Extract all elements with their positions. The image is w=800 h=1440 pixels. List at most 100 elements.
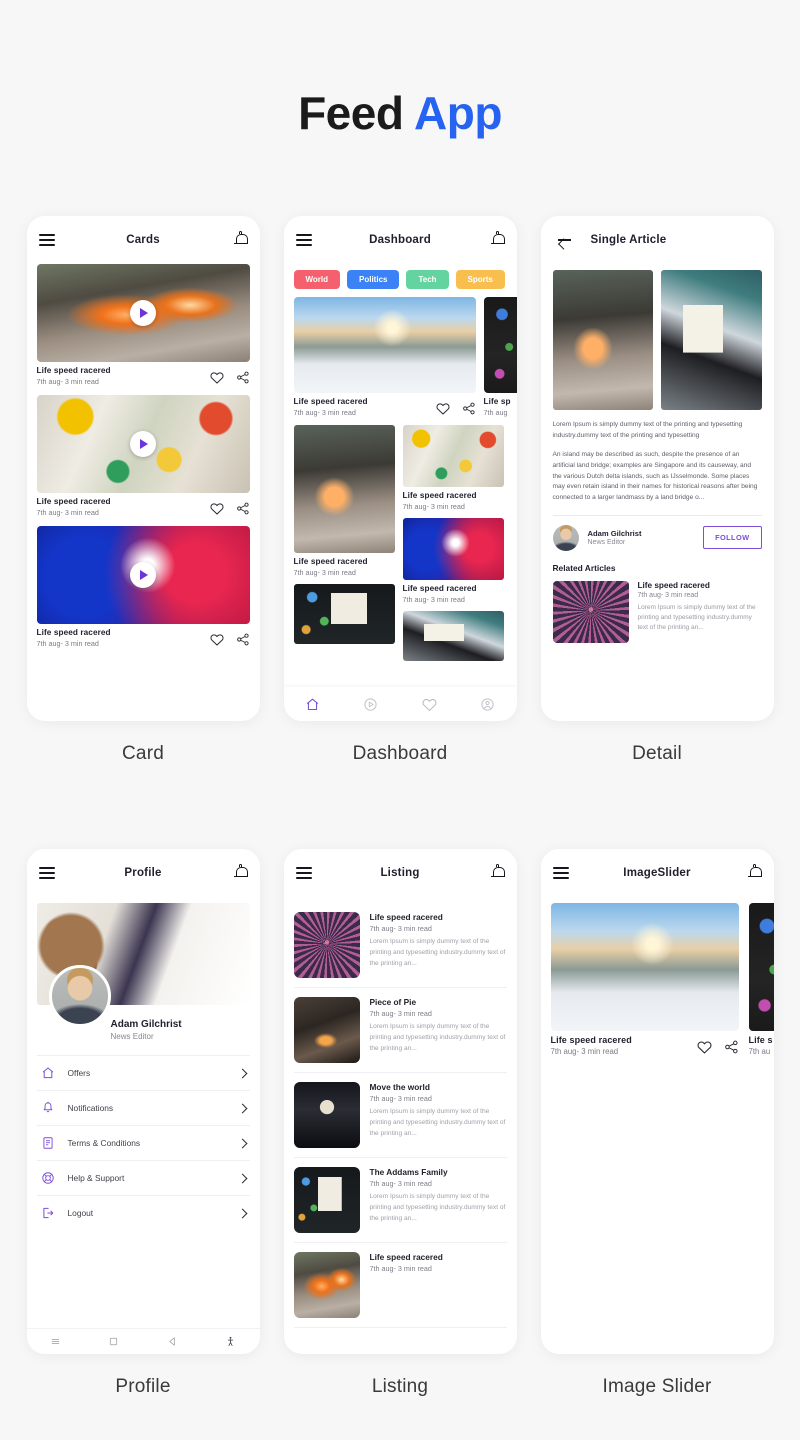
card-thumbnail[interactable] <box>36 526 250 624</box>
hamburger-icon[interactable] <box>38 234 55 246</box>
category-chip-world[interactable]: World <box>293 270 341 289</box>
play-icon[interactable] <box>130 431 156 457</box>
card-actions <box>209 497 250 515</box>
heart-icon[interactable] <box>209 371 224 384</box>
grid-thumbnail[interactable] <box>402 425 504 487</box>
person-circle-icon[interactable] <box>480 697 495 712</box>
slide-current[interactable]: Life speed racered 7th aug- 3 min read <box>550 903 739 1056</box>
bottom-navigation-bar <box>283 687 517 721</box>
heart-icon[interactable] <box>209 502 224 515</box>
hamburger-icon[interactable] <box>552 867 569 879</box>
share-icon[interactable] <box>236 502 250 515</box>
category-chip-tech[interactable]: Tech <box>406 270 449 289</box>
bell-icon[interactable] <box>233 863 248 881</box>
system-navigation-bar <box>26 1328 260 1354</box>
category-chip-politics[interactable]: Politics <box>347 270 400 289</box>
list-item[interactable]: Life speed racered 7th aug- 3 min read <box>293 1243 507 1328</box>
grid-item[interactable] <box>402 611 504 661</box>
divider <box>552 514 762 516</box>
hamburger-icon[interactable] <box>38 867 55 879</box>
card-thumbnail[interactable] <box>36 395 250 493</box>
list-item[interactable]: Life speed racered 7th aug- 3 min read L… <box>293 903 507 988</box>
related-thumbnail[interactable] <box>552 580 629 643</box>
list-description: Lorem Ipsum is simply dummy text of the … <box>369 1023 506 1052</box>
heart-icon[interactable] <box>435 402 450 415</box>
hamburger-icon[interactable] <box>295 867 312 879</box>
listing-screen-body: Life speed racered 7th aug- 3 min read L… <box>284 897 517 1354</box>
grid-item[interactable]: Life speed racered 7th aug- 3 min read <box>293 425 395 577</box>
back-triangle-icon[interactable] <box>167 1336 178 1347</box>
avatar[interactable] <box>48 965 111 1027</box>
author-role: News Editor <box>587 539 626 547</box>
grid-thumbnail[interactable] <box>293 425 395 553</box>
related-articles-heading: Related Articles <box>552 562 616 573</box>
home-icon[interactable] <box>305 697 320 712</box>
menu-item-offers[interactable]: Offers <box>36 1055 250 1090</box>
grid-thumbnail[interactable] <box>402 518 504 580</box>
bell-icon[interactable] <box>233 230 248 248</box>
list-item[interactable]: Piece of Pie 7th aug- 3 min read Lorem I… <box>293 988 507 1073</box>
play-icon[interactable] <box>130 562 156 588</box>
menu-item-terms[interactable]: Terms & Conditions <box>36 1125 250 1160</box>
card-thumbnail[interactable] <box>36 264 250 362</box>
play-circle-icon[interactable] <box>363 697 378 712</box>
hero-card[interactable]: Life speed racered 7th aug- 3 min read <box>293 297 476 417</box>
related-description: Lorem Ipsum is simply dummy text of the … <box>637 603 756 632</box>
share-icon[interactable] <box>236 633 250 646</box>
hero-thumbnail[interactable] <box>293 297 476 393</box>
bell-icon[interactable] <box>747 863 762 881</box>
grid-thumbnail[interactable] <box>293 584 395 644</box>
play-icon[interactable] <box>130 300 156 326</box>
back-arrow-icon[interactable] <box>557 232 573 248</box>
bell-icon[interactable] <box>490 230 505 248</box>
menu-label: Help & Support <box>67 1173 125 1183</box>
share-icon[interactable] <box>724 1040 739 1054</box>
grid-item[interactable] <box>293 584 395 644</box>
menu-item-logout[interactable]: Logout <box>36 1195 250 1230</box>
list-item[interactable]: Move the world 7th aug- 3 min read Lorem… <box>293 1073 507 1158</box>
list-thumbnail[interactable] <box>293 1082 360 1148</box>
heart-icon[interactable] <box>422 697 437 712</box>
image-slider-carousel[interactable]: Life speed racered 7th aug- 3 min read L… <box>541 897 774 1056</box>
grid-item[interactable]: Life speed racered 7th aug- 3 min read <box>402 425 504 511</box>
bell-icon[interactable] <box>490 863 505 881</box>
hamburger-icon[interactable] <box>295 234 312 246</box>
list-thumbnail[interactable] <box>293 1167 360 1233</box>
share-icon[interactable] <box>236 371 250 384</box>
square-icon[interactable] <box>108 1336 119 1347</box>
slide-image[interactable] <box>550 903 739 1031</box>
related-article-item[interactable]: Life speed racered 7th aug- 3 min read L… <box>552 580 762 643</box>
appbar-title-listing: Listing <box>380 867 420 879</box>
list-thumbnail[interactable] <box>293 997 360 1063</box>
menu-icon[interactable] <box>50 1336 61 1347</box>
share-icon[interactable] <box>462 402 476 415</box>
grid-thumbnail[interactable] <box>402 611 504 661</box>
author-row: Adam Gilchrist News Editor FOLLOW <box>552 524 762 551</box>
hero-card-next[interactable]: Life sp 7th aug <box>483 297 517 417</box>
detail-screen-body: Lorem Ipsum is simply dummy text of the … <box>541 264 774 721</box>
grid-item[interactable]: Life speed racered 7th aug- 3 min read <box>402 518 504 604</box>
home-icon <box>41 1066 55 1080</box>
slide-next[interactable]: Life s 7th au <box>748 903 774 1056</box>
related-title: Life speed racered <box>637 580 710 590</box>
profile-menu-list: Offers Notifications Terms & Conditions <box>27 1055 260 1230</box>
list-thumbnail[interactable] <box>293 912 360 978</box>
feed-card[interactable]: Life speed racered 7th aug- 3 min read <box>36 526 250 648</box>
list-item[interactable]: The Addams Family 7th aug- 3 min read Lo… <box>293 1158 507 1243</box>
hero-thumbnail-next[interactable] <box>483 297 517 393</box>
follow-button[interactable]: FOLLOW <box>703 526 762 550</box>
menu-item-notifications[interactable]: Notifications <box>36 1090 250 1125</box>
feed-card[interactable]: Life speed racered 7th aug- 3 min read <box>36 264 250 386</box>
mockup-caption-dashboard: Dashboard <box>352 743 448 764</box>
chevron-right-icon <box>237 1103 247 1113</box>
slide-image[interactable] <box>748 903 774 1031</box>
heart-icon[interactable] <box>209 633 224 646</box>
heart-icon[interactable] <box>697 1040 712 1054</box>
detail-image-primary[interactable] <box>552 270 653 410</box>
menu-item-help[interactable]: Help & Support <box>36 1160 250 1195</box>
accessibility-icon[interactable] <box>225 1336 236 1347</box>
detail-image-secondary[interactable] <box>661 270 762 410</box>
feed-card[interactable]: Life speed racered 7th aug- 3 min read <box>36 395 250 517</box>
category-chip-sports[interactable]: Sports <box>455 270 505 289</box>
list-thumbnail[interactable] <box>293 1252 360 1318</box>
